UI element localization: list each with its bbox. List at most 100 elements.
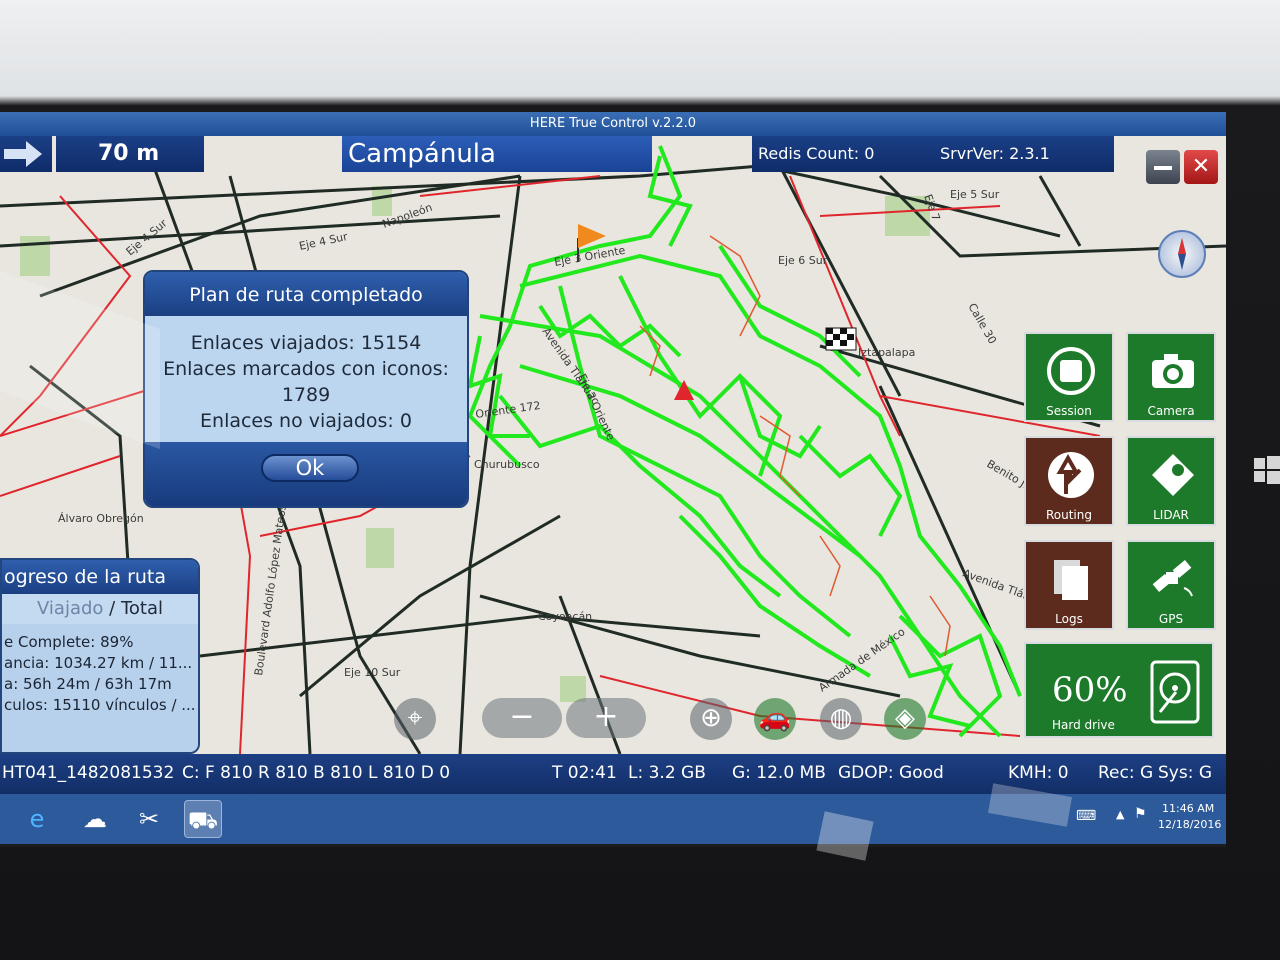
separator-label: / [103, 598, 121, 619]
car-icon: 🚗 [758, 703, 792, 733]
hard-drive-label: Hard drive [1052, 718, 1115, 732]
tools-app-icon[interactable]: ✂ [130, 800, 168, 838]
dialog-body: Enlaces viajados: 15154 Enlaces marcados… [145, 316, 467, 442]
icon-links-label: Enlaces marcados con iconos: [163, 358, 449, 380]
finish-flag-icon [825, 327, 857, 351]
clock-time[interactable]: 11:46 AM [1162, 802, 1214, 815]
tray-up-icon[interactable]: ▲ [1116, 808, 1124, 821]
gps-label: GPS [1158, 612, 1184, 626]
untraveled-links-text: Enlaces no viajados: 0 [200, 410, 412, 432]
park-area [372, 186, 392, 216]
zoom-out-button[interactable]: − [482, 698, 562, 738]
clock-date: 12/18/2016 [1158, 818, 1222, 831]
minimize-icon [1154, 166, 1172, 170]
session-label: Session [1046, 404, 1092, 418]
speed-readout: KMH: 0 [1008, 763, 1069, 783]
globe-icon: ◍ [829, 703, 853, 733]
map-label: Eje 10 Sur [344, 666, 401, 679]
total-label: Total [120, 598, 163, 619]
routing-button[interactable]: Routing [1024, 436, 1114, 526]
keyboard-icon[interactable]: ⌨ [1076, 808, 1096, 824]
hard-drive-status[interactable]: 60% Hard drive [1024, 642, 1214, 738]
progress-title: ogreso de la ruta [2, 560, 198, 594]
map-label: Avenida Tláh [961, 567, 1032, 603]
map-orientation-button[interactable]: ◈ [884, 698, 926, 740]
gdop-status: GDOP: Good [838, 763, 944, 783]
elapsed-time: T 02:41 [552, 763, 617, 783]
time-progress: a: 56h 24m / 63h 17m [4, 675, 172, 693]
windows-logo-icon [1254, 456, 1280, 484]
map-label: Churubusco [474, 458, 540, 471]
local-storage: L: 3.2 GB [628, 763, 706, 783]
window-title: HERE True Control v.2.2.0 [0, 112, 1226, 136]
hard-drive-percent: 60% [1052, 670, 1128, 710]
map-label: Calle 30 [965, 301, 999, 346]
current-street: Campánula [342, 136, 652, 172]
documents-icon [1054, 560, 1088, 600]
logs-button[interactable]: Logs [1024, 540, 1114, 630]
internet-explorer-icon[interactable]: e [18, 800, 56, 838]
zoom-in-button[interactable]: + [566, 698, 646, 738]
map-label: Eje 6 Sur [778, 254, 828, 267]
session-button[interactable]: Session [1024, 332, 1114, 422]
percent-complete: e Complete: 89% [4, 633, 134, 651]
compass-icon[interactable] [1158, 230, 1206, 278]
map-label: Iztapalapa [858, 346, 915, 359]
map-label: Coyoacán [538, 610, 592, 623]
ok-button[interactable]: Ok [261, 454, 359, 482]
distance-to-turn: 70 m [56, 136, 204, 172]
progress-subheader: Viajado / Total [2, 594, 198, 624]
status-bar: HT041_1482081532 C: F 810 R 810 B 810 L … [0, 754, 1226, 794]
location-pin-icon: ⌖ [407, 703, 423, 733]
minimize-button[interactable] [1146, 150, 1180, 184]
camera-button[interactable]: Camera [1126, 332, 1216, 422]
satellite-icon [1152, 560, 1193, 597]
globe-button[interactable]: ◍ [820, 698, 862, 740]
vehicle-id: HT041_1482081532 [2, 763, 175, 783]
crosshair-icon: ⊕ [700, 703, 722, 733]
stop-icon [1047, 347, 1095, 395]
park-area [366, 528, 394, 568]
right-arrow-icon [4, 141, 42, 167]
icon-links-count: 1789 [281, 384, 331, 406]
map-label: Álvaro Obregón [58, 512, 144, 525]
traveled-links-text: Enlaces viajados: 15154 [190, 332, 422, 354]
map-label: Armada de México [816, 625, 907, 694]
distance-progress: ancia: 1034.27 km / 11... [4, 654, 193, 672]
lidar-button[interactable]: LIDAR [1126, 436, 1216, 526]
crosshair-button[interactable]: ⊕ [690, 698, 732, 740]
logs-label: Logs [1055, 612, 1083, 626]
network-app-icon[interactable]: ☁ [76, 800, 114, 838]
flag-icon[interactable]: ⚑ [1134, 806, 1147, 822]
routing-icon [1048, 452, 1094, 498]
true-control-app-icon[interactable]: ⛟ [184, 800, 222, 838]
routing-label: Routing [1045, 508, 1092, 522]
gps-button[interactable]: GPS [1126, 540, 1216, 630]
redis-count: Redis Count: 0 [752, 136, 934, 172]
links-progress: culos: 15110 vínculos / ... [4, 696, 196, 714]
map-label: Eje 4 Sur [298, 230, 349, 253]
map-label: Boulevard Adolfo López Mateos [252, 503, 289, 676]
vehicle-follow-button[interactable]: 🚗 [754, 698, 796, 740]
recording-status: Rec: G [1098, 763, 1154, 783]
camera-label: Camera [1147, 404, 1195, 418]
system-status: Sys: G [1158, 763, 1213, 783]
close-button[interactable]: ✕ [1184, 150, 1218, 184]
navigation-icon: ◈ [895, 703, 915, 733]
camera-icon [1152, 354, 1194, 388]
server-version: SrvrVer: 2.3.1 [934, 136, 1114, 172]
monitor-screen: HERE True Control v.2.2.0 Eje 4 Sur Eje … [0, 112, 1226, 847]
lidar-icon [1152, 454, 1194, 496]
camera-counts: C: F 810 R 810 B 810 L 810 D 0 [182, 763, 451, 783]
photo-frame: HERE True Control v.2.2.0 Eje 4 Sur Eje … [0, 0, 1280, 960]
progress-stats: e Complete: 89% ancia: 1034.27 km / 11..… [2, 624, 198, 752]
close-icon: ✕ [1191, 154, 1211, 179]
route-complete-dialog: Plan de ruta completado Enlaces viajados… [143, 270, 469, 508]
dialog-title: Plan de ruta completado [145, 272, 467, 316]
map-label: Oriente 172 [475, 399, 542, 421]
location-pin-button[interactable]: ⌖ [394, 698, 436, 740]
gps-storage: G: 12.0 MB [732, 763, 826, 783]
hard-drive-icon [1150, 660, 1200, 724]
turn-arrow-panel [0, 136, 52, 172]
traveled-label: Viajado [37, 598, 104, 619]
